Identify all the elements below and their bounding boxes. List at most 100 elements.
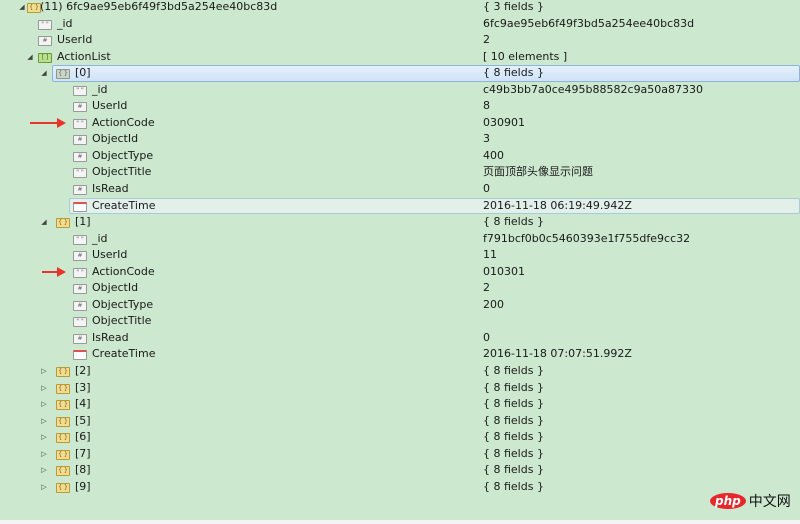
expand-arrow-icon[interactable]: ▷ [39, 413, 49, 430]
red-arrow-annotation [30, 117, 66, 128]
date-icon [73, 350, 87, 361]
collapse-arrow-icon[interactable]: ◢ [39, 214, 49, 231]
tree-row[interactable]: ▷ { } [8] { 8 fields } [0, 462, 800, 479]
tree-row[interactable]: # ObjectId 3 [0, 131, 800, 148]
field-value: { 8 fields } [483, 215, 544, 229]
collapse-arrow-icon[interactable]: ◢ [25, 49, 35, 66]
field-value: [ 10 elements ] [483, 49, 568, 63]
object-icon: { } [56, 218, 70, 229]
object-icon: { } [56, 416, 70, 427]
tree-row[interactable]: ▷ { } [4] { 8 fields } [0, 396, 800, 413]
tree-row[interactable]: ▷ { } [6] { 8 fields } [0, 429, 800, 446]
tree-row[interactable]: ▷ { } [9] { 8 fields } [0, 479, 800, 496]
expand-arrow-icon[interactable]: ▷ [39, 446, 49, 463]
number-icon: # [73, 151, 87, 162]
field-value: { 3 fields } [483, 0, 544, 13]
tree-row[interactable]: " " _id f791bcf0b0c5460393e1f755dfe9cc32 [0, 231, 800, 248]
field-value: { 8 fields } [483, 413, 544, 427]
expand-arrow-icon[interactable]: ▷ [39, 396, 49, 413]
tree-row[interactable]: # ObjectId 2 [0, 280, 800, 297]
object-icon: { } [56, 433, 70, 444]
string-icon: " " [73, 118, 87, 129]
field-value: 2 [483, 281, 490, 295]
field-key: [6] [75, 430, 91, 444]
field-key: [3] [75, 380, 91, 394]
field-value: { 8 fields } [483, 397, 544, 411]
field-key: ObjectType [92, 148, 154, 162]
field-key: [9] [75, 479, 91, 493]
tree-row[interactable]: ▷ { } [3] { 8 fields } [0, 380, 800, 397]
date-icon [73, 201, 87, 212]
tree-row[interactable]: ▷ { } [7] { 8 fields } [0, 446, 800, 463]
tree-row[interactable]: ▷ { } [5] { 8 fields } [0, 413, 800, 430]
field-key: UserId [57, 33, 93, 47]
tree-row[interactable]: CreateTime 2016-11-18 06:19:49.942Z [0, 197, 800, 215]
field-key: ObjectTitle [92, 165, 152, 179]
tree-row[interactable]: # ObjectType 200 [0, 297, 800, 314]
row-highlight [52, 65, 800, 82]
watermark-php: php [710, 493, 746, 509]
string-icon: " " [73, 317, 87, 328]
row-highlight [69, 197, 800, 215]
object-icon: { } [56, 400, 70, 411]
tree-row[interactable]: " " ActionCode 010301 [0, 264, 800, 281]
tree-row[interactable]: # UserId 2 [0, 32, 800, 49]
string-icon: " " [73, 168, 87, 179]
field-key: ActionCode [92, 115, 155, 129]
number-icon: # [38, 36, 52, 47]
tree-row[interactable]: ◢[ ] ActionList [ 10 elements ] [0, 49, 800, 66]
string-icon: " " [73, 267, 87, 278]
number-icon: # [73, 284, 87, 295]
tree-row[interactable]: # UserId 11 [0, 247, 800, 264]
tree-row[interactable]: # ObjectType 400 [0, 148, 800, 165]
expand-arrow-icon[interactable]: ▷ [39, 429, 49, 446]
tree-row[interactable]: " " _id 6fc9ae95eb6f49f3bd5a254ee40bc83d [0, 16, 800, 33]
tree-row[interactable]: # IsRead 0 [0, 330, 800, 347]
tree-row[interactable]: ◢{ } (11) 6fc9ae95eb6f49f3bd5a254ee40bc83… [0, 0, 800, 16]
string-icon: " " [38, 19, 52, 30]
field-key: ObjectId [92, 281, 139, 295]
tree-row[interactable]: " " ObjectTitle 页面顶部头像显示问题 [0, 164, 800, 181]
field-value: 030901 [483, 115, 525, 129]
field-key: ActionCode [92, 264, 155, 278]
field-value: 010301 [483, 264, 525, 278]
red-arrow-annotation [42, 266, 66, 277]
field-key: CreateTime [92, 347, 156, 361]
tree-row[interactable]: ◢ { } [0] { 8 fields } [0, 65, 800, 82]
field-value: 2016-11-18 06:19:49.942Z [483, 198, 632, 212]
array-icon: [ ] [38, 52, 52, 63]
field-value: 3 [483, 132, 490, 146]
field-key: (11) 6fc9ae95eb6f49f3bd5a254ee40bc83d [40, 0, 278, 13]
field-key: _id [92, 231, 108, 245]
expand-arrow-icon[interactable]: ▷ [39, 479, 49, 496]
collapse-arrow-icon[interactable]: ◢ [39, 65, 49, 82]
bottom-border [0, 520, 800, 524]
tree-row[interactable]: " " _id c49b3bb7a0ce495b88582c9a50a87330 [0, 82, 800, 99]
number-icon: # [73, 300, 87, 311]
object-icon: { } [56, 367, 70, 378]
string-icon: " " [73, 85, 87, 96]
collapse-arrow-icon[interactable]: ◢ [17, 0, 27, 16]
field-key: IsRead [92, 182, 129, 196]
tree-row[interactable]: # IsRead 0 [0, 181, 800, 198]
field-key: [8] [75, 463, 91, 477]
object-icon: { } [56, 449, 70, 460]
field-value: { 8 fields } [483, 66, 544, 80]
expand-arrow-icon[interactable]: ▷ [39, 462, 49, 479]
object-icon: { } [56, 383, 70, 394]
field-key: CreateTime [92, 198, 156, 212]
field-value: 2 [483, 33, 490, 47]
field-key: ActionList [57, 49, 111, 63]
field-key: [4] [75, 397, 91, 411]
field-key: _id [92, 82, 108, 96]
expand-arrow-icon[interactable]: ▷ [39, 380, 49, 397]
tree-row[interactable]: CreateTime 2016-11-18 07:07:51.992Z [0, 346, 800, 363]
tree-row[interactable]: ◢ { } [1] { 8 fields } [0, 214, 800, 231]
field-value: { 8 fields } [483, 463, 544, 477]
tree-row[interactable]: # UserId 8 [0, 98, 800, 115]
tree-row[interactable]: ▷ { } [2] { 8 fields } [0, 363, 800, 380]
tree-row[interactable]: " " ObjectTitle [0, 313, 800, 330]
field-value: 0 [483, 182, 490, 196]
tree-row[interactable]: " " ActionCode 030901 [0, 115, 800, 132]
expand-arrow-icon[interactable]: ▷ [39, 363, 49, 380]
